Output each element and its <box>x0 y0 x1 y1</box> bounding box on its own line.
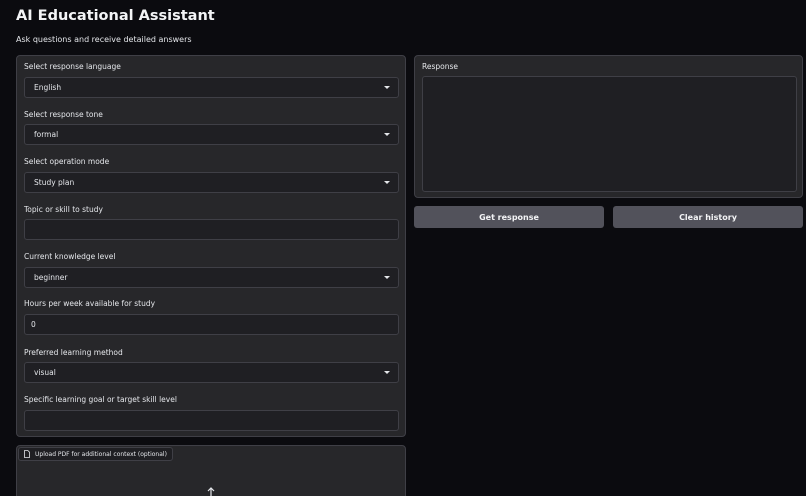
knowledge-value: beginner <box>34 273 68 282</box>
topic-input[interactable] <box>24 219 399 240</box>
topic-label: Topic or skill to study <box>24 205 103 214</box>
goal-label: Specific learning goal or target skill l… <box>24 395 177 404</box>
upload-label: Upload PDF for additional context (optio… <box>35 450 167 458</box>
knowledge-dropdown[interactable]: beginner <box>24 267 399 288</box>
mode-value: Study plan <box>34 178 75 187</box>
chevron-down-icon <box>384 86 390 89</box>
upload-icon <box>204 485 218 496</box>
upload-label-tag: Upload PDF for additional context (optio… <box>18 447 173 461</box>
tone-value: formal <box>34 130 59 139</box>
clear-history-button[interactable]: Clear history <box>613 206 803 228</box>
hours-input[interactable]: 0 <box>24 314 399 335</box>
response-panel: Response <box>414 55 803 198</box>
settings-panel: Select response language English Select … <box>16 55 406 437</box>
tone-label: Select response tone <box>24 110 103 119</box>
response-textbox[interactable] <box>422 76 797 192</box>
method-dropdown[interactable]: visual <box>24 362 399 383</box>
mode-label: Select operation mode <box>24 157 110 166</box>
chevron-down-icon <box>384 371 390 374</box>
tone-dropdown[interactable]: formal <box>24 124 399 145</box>
hours-value: 0 <box>31 320 36 329</box>
get-response-button[interactable]: Get response <box>414 206 604 228</box>
mode-dropdown[interactable]: Study plan <box>24 172 399 193</box>
chevron-down-icon <box>384 133 390 136</box>
language-dropdown[interactable]: English <box>24 77 399 98</box>
page-title: AI Educational Assistant <box>16 8 215 24</box>
knowledge-label: Current knowledge level <box>24 252 116 261</box>
language-label: Select response language <box>24 62 121 71</box>
file-icon <box>24 450 30 458</box>
page-subtitle: Ask questions and receive detailed answe… <box>16 35 192 44</box>
language-value: English <box>34 83 62 92</box>
method-label: Preferred learning method <box>24 348 123 357</box>
goal-input[interactable] <box>24 410 399 431</box>
upload-dropzone[interactable]: Upload PDF for additional context (optio… <box>16 445 406 496</box>
app-root: AI Educational Assistant Ask questions a… <box>0 0 806 496</box>
chevron-down-icon <box>384 276 390 279</box>
response-label: Response <box>422 62 459 71</box>
hours-label: Hours per week available for study <box>24 299 156 308</box>
method-value: visual <box>34 368 56 377</box>
chevron-down-icon <box>384 181 390 184</box>
